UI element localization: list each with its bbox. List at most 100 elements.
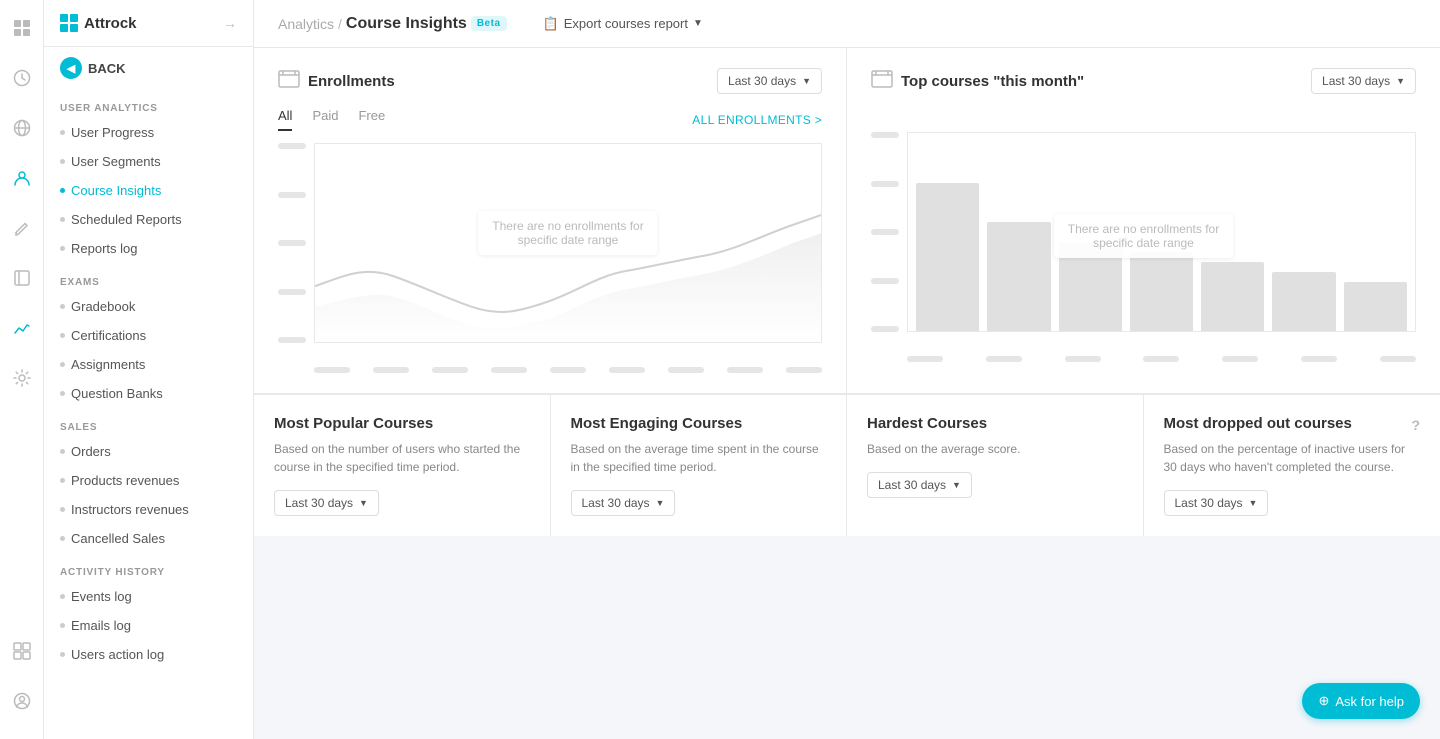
top-courses-chart: There are no enrollments for specific da… [871,132,1416,362]
sidebar-icon-chart[interactable] [6,312,38,344]
sidebar-item-course-insights[interactable]: Course Insights [44,176,253,205]
bar-5 [1201,262,1264,331]
export-button[interactable]: 📋 Export courses report ▼ [535,12,711,36]
top-courses-panel-header: Top courses "this month" Last 30 days ▼ [871,68,1416,94]
insight-card-hardest: Hardest Courses Based on the average sco… [847,395,1144,536]
sidebar-icon-pencil[interactable] [6,212,38,244]
app-name: Attrock [84,15,137,32]
sidebar-item-emails-log[interactable]: Emails log [44,611,253,640]
insight-card-engaging-footer: Last 30 days ▼ [571,490,827,516]
tab-paid[interactable]: Paid [312,108,338,131]
enrollments-panel: Enrollments Last 30 days ▼ All Paid Free… [254,48,847,393]
line-chart-svg [315,144,821,342]
app-header: Attrock → [44,0,253,47]
enrollments-dropdown-chevron: ▼ [802,76,811,86]
sidebar-icon-person[interactable] [6,162,38,194]
icon-sidebar [0,0,44,739]
top-courses-date-label: Last 30 days [1322,74,1390,88]
sidebar-icon-book[interactable] [6,262,38,294]
bar-3 [1059,242,1122,331]
charts-row: Enrollments Last 30 days ▼ All Paid Free… [254,48,1440,394]
chart-area: There are no enrollments for specific da… [314,143,822,343]
top-courses-y-labels [871,132,907,332]
insight-card-hardest-desc: Based on the average score. [867,440,1123,458]
enrollments-date-label: Last 30 days [728,74,796,88]
app-logo: Attrock [60,14,137,32]
top-courses-title-row: Top courses "this month" [871,70,1084,93]
all-enrollments-link[interactable]: ALL ENROLLMENTS > [692,113,822,127]
section-label-exams: EXAMS [44,263,253,292]
main-content: Analytics / Course Insights Beta 📋 Expor… [254,0,1440,739]
sidebar-icon-gear[interactable] [6,362,38,394]
logout-icon[interactable]: → [223,15,237,31]
sidebar-item-user-segments[interactable]: User Segments [44,147,253,176]
ask-help-label: Ask for help [1335,694,1404,709]
sidebar-icon-globe[interactable] [6,112,38,144]
dropped-dropdown-chevron: ▼ [1249,498,1258,508]
insight-card-question-icon: ? [1411,417,1420,433]
ask-help-button[interactable]: ⊕ Ask for help [1302,683,1420,719]
popular-dropdown-chevron: ▼ [359,498,368,508]
sidebar-icon-grid[interactable] [6,635,38,667]
sidebar-icon-home[interactable] [6,12,38,44]
sidebar-item-events-log[interactable]: Events log [44,582,253,611]
engaging-courses-date-dropdown[interactable]: Last 30 days ▼ [571,490,676,516]
insight-card-dropped-footer: Last 30 days ▼ [1164,490,1421,516]
back-circle-icon: ◀ [60,57,82,79]
sidebar-item-certifications[interactable]: Certifications [44,321,253,350]
hardest-dropdown-chevron: ▼ [952,480,961,490]
sidebar-icon-user-circle[interactable] [6,685,38,717]
insight-card-engaging-title: Most Engaging Courses [571,415,827,432]
bar-6 [1272,272,1335,331]
beta-badge: Beta [471,16,507,31]
sidebar-item-products-revenues[interactable]: Products revenues [44,466,253,495]
insight-card-dropped-desc: Based on the percentage of inactive user… [1164,440,1421,476]
sidebar-icon-clock[interactable] [6,62,38,94]
sidebar-item-orders[interactable]: Orders [44,437,253,466]
chart-y-labels [278,143,314,343]
sidebar-item-users-action-log[interactable]: Users action log [44,640,253,669]
enrollments-tabs-row: All Paid Free ALL ENROLLMENTS > [278,108,822,131]
sidebar-item-scheduled-reports[interactable]: Scheduled Reports [44,205,253,234]
section-label-activity-history: ACTIVITY HISTORY [44,553,253,582]
enrollments-date-dropdown[interactable]: Last 30 days ▼ [717,68,822,94]
sidebar-item-gradebook[interactable]: Gradebook [44,292,253,321]
tab-free[interactable]: Free [358,108,385,131]
tab-all[interactable]: All [278,108,292,131]
ask-help-icon: ⊕ [1318,693,1329,709]
nav-back-button[interactable]: ◀ BACK [44,47,253,89]
chart-x-labels [314,347,822,373]
sidebar-item-cancelled-sales[interactable]: Cancelled Sales [44,524,253,553]
enrollments-title: Enrollments [308,73,395,90]
enrollments-tab-list: All Paid Free [278,108,385,131]
insight-card-dropped-title: Most dropped out courses [1164,415,1352,432]
enrollments-icon [278,70,300,93]
enrollments-chart: There are no enrollments for specific da… [278,143,822,373]
logo-grid-icon [60,14,78,32]
sidebar-item-reports-log[interactable]: Reports log [44,234,253,263]
insight-card-dropped: Most dropped out courses ? Based on the … [1144,395,1440,536]
popular-courses-date-dropdown[interactable]: Last 30 days ▼ [274,490,379,516]
sidebar-item-question-banks[interactable]: Question Banks [44,379,253,408]
hardest-courses-date-label: Last 30 days [878,478,946,492]
dropped-courses-date-dropdown[interactable]: Last 30 days ▼ [1164,490,1269,516]
insight-card-popular-desc: Based on the number of users who started… [274,440,530,476]
insight-card-popular-footer: Last 30 days ▼ [274,490,530,516]
insight-card-popular-title: Most Popular Courses [274,415,530,432]
top-courses-dropdown-chevron: ▼ [1396,76,1405,86]
section-label-sales: SALES [44,408,253,437]
popular-courses-date-label: Last 30 days [285,496,353,510]
bar-1 [916,183,979,332]
insight-card-engaging: Most Engaging Courses Based on the avera… [551,395,848,536]
export-icon: 📋 [543,16,559,32]
hardest-courses-date-dropdown[interactable]: Last 30 days ▼ [867,472,972,498]
top-courses-date-dropdown[interactable]: Last 30 days ▼ [1311,68,1416,94]
insight-card-popular: Most Popular Courses Based on the number… [254,395,551,536]
sidebar-item-user-progress[interactable]: User Progress [44,118,253,147]
sidebar-item-assignments[interactable]: Assignments [44,350,253,379]
top-courses-title: Top courses "this month" [901,73,1084,90]
sidebar-item-instructors-revenues[interactable]: Instructors revenues [44,495,253,524]
top-courses-x-labels [907,336,1416,362]
breadcrumb: Analytics / Course Insights Beta [278,15,507,33]
export-chevron-icon: ▼ [693,18,703,29]
